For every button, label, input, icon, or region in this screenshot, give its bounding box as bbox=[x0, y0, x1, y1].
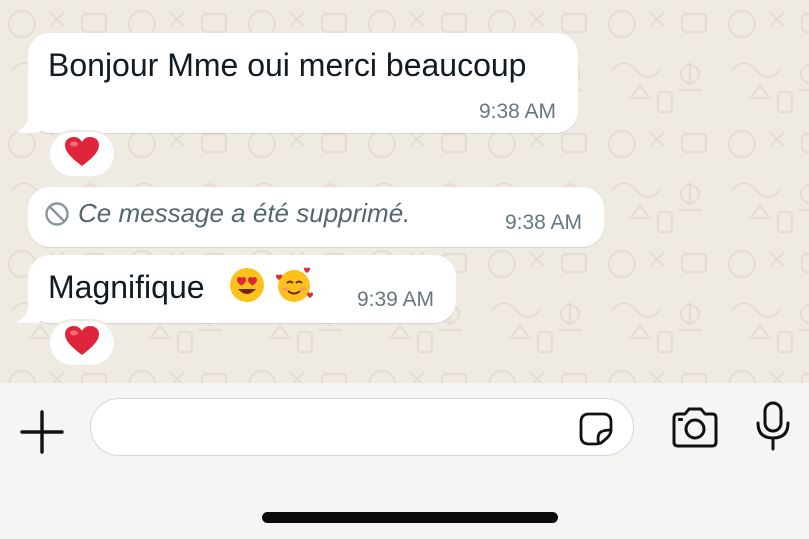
deleted-message-bubble[interactable]: Ce message a été supprimé. 9:38 AM bbox=[28, 187, 604, 247]
message-timestamp: 9:38 AM bbox=[478, 100, 556, 123]
message-timestamp: 9:38 AM bbox=[504, 211, 582, 234]
heart-reaction-icon bbox=[64, 325, 100, 361]
bubble-tail bbox=[16, 112, 40, 133]
attach-plus-button[interactable] bbox=[20, 410, 64, 454]
sticker-icon bbox=[579, 412, 613, 446]
message-bubble[interactable]: Magnifique 9:39 AM bbox=[28, 255, 456, 323]
voice-message-button[interactable] bbox=[753, 400, 793, 452]
message-emojis bbox=[228, 266, 314, 304]
bubble-tail bbox=[16, 302, 40, 323]
plus-icon bbox=[20, 410, 64, 454]
heart-reaction-icon bbox=[64, 136, 100, 173]
message-input-container[interactable] bbox=[90, 398, 634, 456]
chat-area[interactable]: Bonjour Mme oui merci beaucoup 9:38 AM C… bbox=[0, 0, 809, 383]
mic-icon bbox=[756, 401, 790, 451]
home-indicator[interactable] bbox=[262, 512, 558, 523]
camera-button[interactable] bbox=[670, 406, 720, 450]
camera-icon bbox=[672, 407, 718, 448]
reaction-chip[interactable] bbox=[50, 132, 114, 176]
deleted-message-text: Ce message a été supprimé. bbox=[78, 198, 411, 228]
smiling-face-with-hearts-icon bbox=[276, 267, 313, 302]
heart-eyes-emoji-icon bbox=[230, 268, 264, 302]
message-text: Bonjour Mme oui merci beaucoup bbox=[48, 47, 527, 83]
message-text: Magnifique bbox=[48, 269, 205, 305]
message-bubble[interactable]: Bonjour Mme oui merci beaucoup 9:38 AM bbox=[28, 33, 578, 133]
sticker-button[interactable] bbox=[577, 410, 615, 448]
block-icon bbox=[44, 201, 70, 231]
reaction-chip[interactable] bbox=[50, 321, 114, 365]
message-input[interactable] bbox=[109, 409, 573, 447]
message-timestamp: 9:39 AM bbox=[356, 288, 434, 311]
